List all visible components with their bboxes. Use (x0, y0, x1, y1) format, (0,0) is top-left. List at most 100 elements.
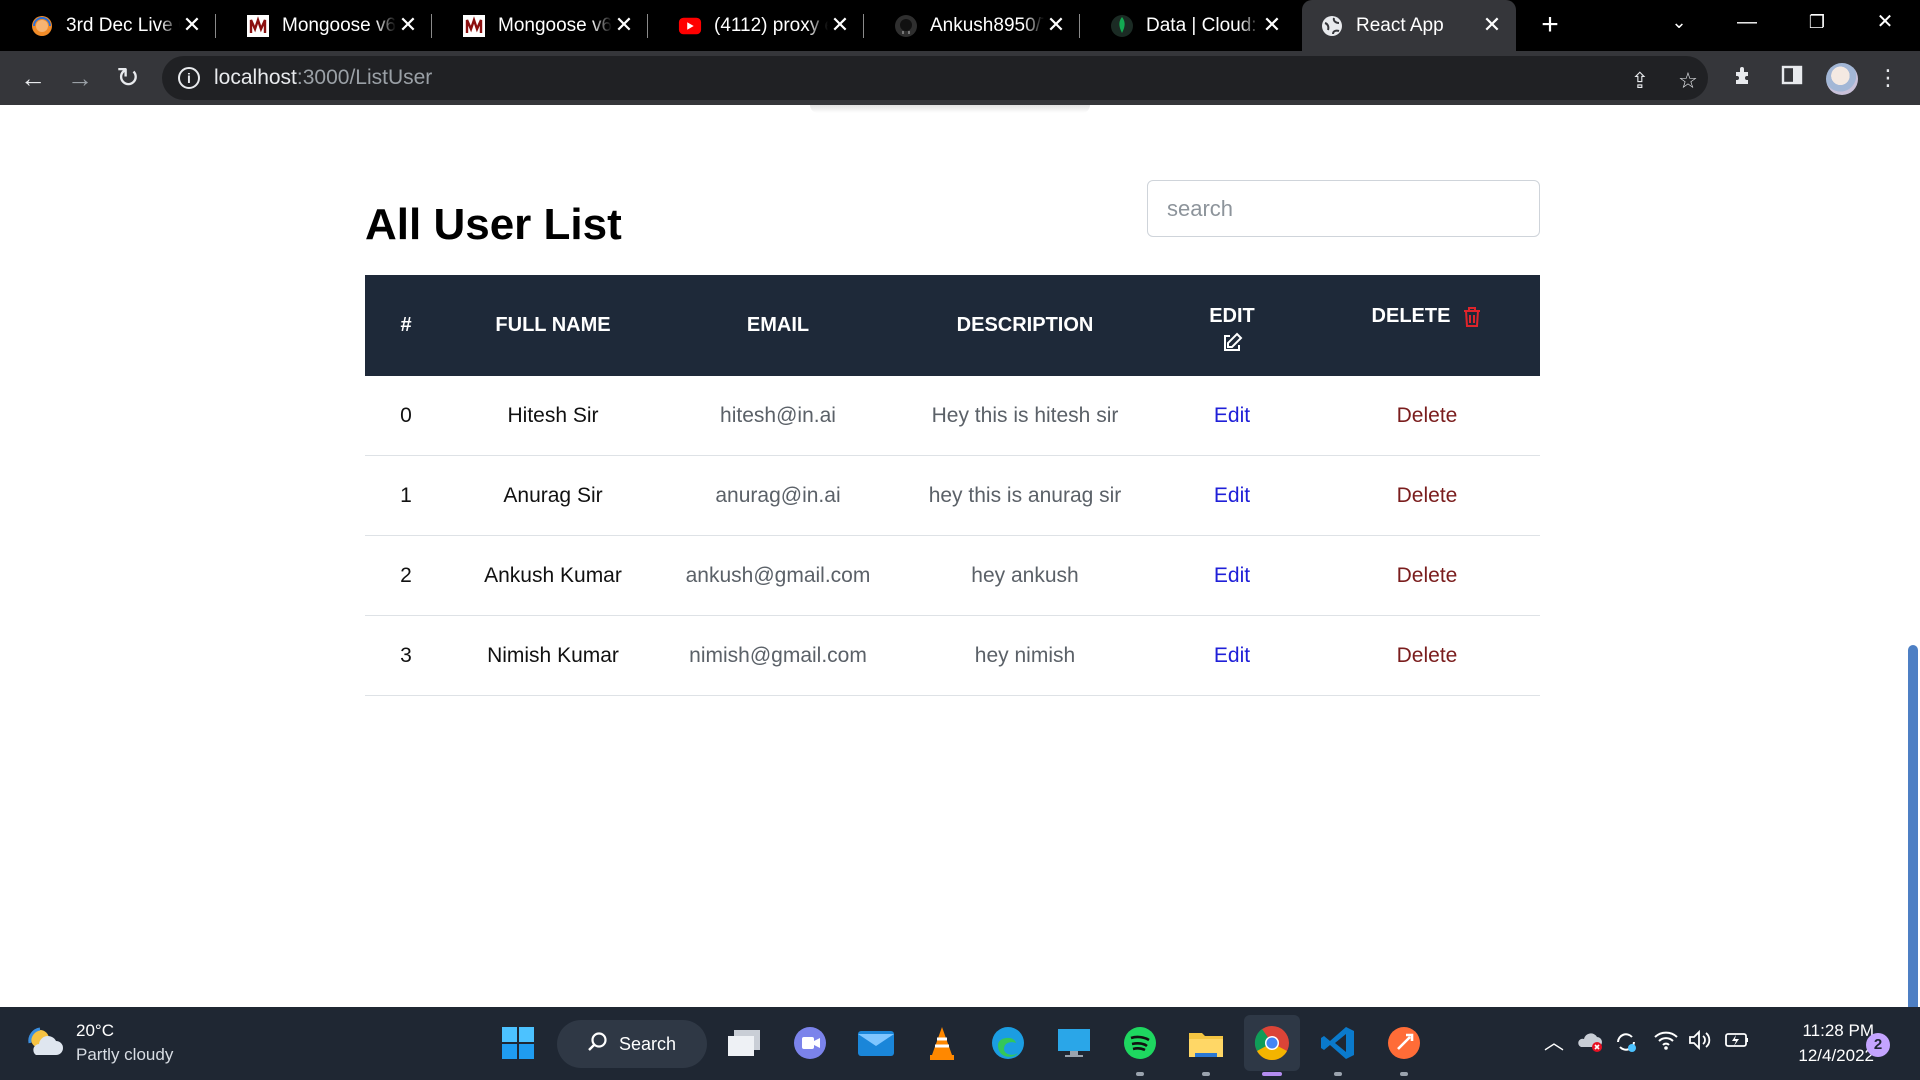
battery-charging-icon[interactable] (1722, 1029, 1750, 1057)
forward-arrow-icon[interactable]: → (64, 62, 96, 94)
side-panel-icon[interactable] (1778, 64, 1806, 92)
tab-title: Ankush8950/Todo (930, 14, 1044, 36)
trash-icon (1462, 306, 1482, 328)
tab-search-chevron-icon[interactable]: ⌄ (1656, 6, 1702, 38)
address-bar[interactable]: i localhost:3000/ListUser ⇪ ☆ (162, 56, 1708, 100)
extensions-puzzle-icon[interactable] (1730, 64, 1758, 92)
row-description: Hey this is hitesh sir (931, 403, 1119, 427)
bookmark-star-icon[interactable]: ☆ (1674, 67, 1702, 95)
close-icon[interactable]: ✕ (180, 13, 204, 37)
share-icon[interactable]: ⇪ (1626, 67, 1654, 95)
row-index: 1 (400, 483, 412, 507)
url-path: :3000/ListUser (296, 66, 433, 89)
row-full-name: Nimish Kumar (487, 643, 619, 667)
weather-description[interactable]: Partly cloudy (76, 1045, 173, 1065)
wifi-icon[interactable] (1652, 1029, 1680, 1057)
column-header-description: DESCRIPTION (956, 314, 1094, 336)
window-close-icon[interactable]: ✕ (1862, 6, 1908, 38)
user-table: # FULL NAME EMAIL DESCRIPTION EDIT DELET… (365, 275, 1540, 696)
edit-link[interactable]: Edit (1177, 616, 1287, 695)
close-icon[interactable]: ✕ (828, 13, 852, 37)
weather-temperature[interactable]: 20°C (76, 1021, 114, 1041)
browser-tab[interactable]: Data | Cloud: MongoDB ✕ (1080, 0, 1296, 51)
column-header-index: # (400, 314, 412, 336)
row-index: 2 (400, 563, 412, 587)
taskbar-clock-time[interactable]: 11:28 PM (1784, 1021, 1874, 1041)
browser-tab[interactable]: 3rd Dec Live Class ✕ (0, 0, 216, 51)
tab-title: (4112) proxy error (714, 14, 828, 36)
mongoose-m-icon (246, 14, 270, 38)
column-header-edit: EDIT (1177, 275, 1287, 376)
remote-desktop-icon[interactable] (1054, 1023, 1094, 1063)
close-icon[interactable]: ✕ (396, 13, 420, 37)
close-icon[interactable]: ✕ (1480, 13, 1504, 37)
site-info-icon[interactable]: i (178, 67, 200, 89)
task-view-icon[interactable] (724, 1023, 764, 1063)
chevron-up-icon[interactable]: ︿ (1540, 1029, 1568, 1057)
partly-cloudy-icon[interactable] (26, 1025, 66, 1061)
youtube-icon (678, 14, 702, 38)
browser-tab[interactable]: (4112) proxy error ✕ (648, 0, 864, 51)
page-title: All User List (365, 200, 622, 249)
teams-chat-icon[interactable] (790, 1023, 830, 1063)
globe-icon (1320, 14, 1344, 38)
column-header-edit-label: EDIT (1209, 305, 1255, 327)
browser-tab[interactable]: Mongoose v6.7 ✕ (432, 0, 648, 51)
notification-count-badge[interactable]: 2 (1866, 1033, 1890, 1057)
table-row: 3 Nimish Kumar nimish@gmail.com hey nimi… (365, 616, 1540, 696)
tab-title: Mongoose v6.7 (498, 14, 612, 36)
restore-icon[interactable]: ❐ (1794, 6, 1840, 38)
close-icon[interactable]: ✕ (612, 13, 636, 37)
search-input[interactable] (1147, 180, 1540, 237)
navbar-shadow (810, 105, 1090, 113)
search-icon (587, 1031, 609, 1058)
browser-toolbar: ← → ↻ i localhost:3000/ListUser ⇪ ☆ ⋮ (0, 51, 1920, 105)
close-icon[interactable]: ✕ (1260, 13, 1284, 37)
new-tab-plus-icon[interactable]: + (1535, 9, 1565, 41)
table-header: # FULL NAME EMAIL DESCRIPTION EDIT DELET… (365, 275, 1540, 376)
browser-tab[interactable]: Ankush8950/Todo ✕ (864, 0, 1080, 51)
chrome-icon[interactable] (1244, 1015, 1300, 1071)
delete-link[interactable]: Delete (1337, 376, 1517, 455)
edit-link[interactable]: Edit (1177, 456, 1287, 535)
taskbar-search-button[interactable]: Search (557, 1020, 707, 1068)
vscode-icon[interactable] (1318, 1023, 1358, 1063)
more-vertical-icon[interactable]: ⋮ (1874, 64, 1902, 92)
tab-title: Mongoose v6.7 (282, 14, 396, 36)
page-scrollbar[interactable] (1906, 105, 1920, 1080)
reload-icon[interactable]: ↻ (112, 62, 144, 94)
close-icon[interactable]: ✕ (1044, 13, 1068, 37)
edge-browser-icon[interactable] (988, 1023, 1028, 1063)
windows-start-icon[interactable] (498, 1023, 538, 1063)
orange-circle-icon (30, 14, 54, 38)
postman-icon[interactable] (1384, 1023, 1424, 1063)
spotify-running-indicator (1136, 1072, 1144, 1076)
sync-icon[interactable] (1612, 1029, 1640, 1057)
row-full-name: Anurag Sir (503, 483, 603, 507)
edit-link[interactable]: Edit (1177, 536, 1287, 615)
onedrive-error-icon[interactable] (1576, 1029, 1604, 1057)
browser-tab[interactable]: Mongoose v6.7 ✕ (216, 0, 432, 51)
back-arrow-icon[interactable]: ← (17, 62, 49, 94)
mail-icon[interactable] (856, 1023, 896, 1063)
file-explorer-icon[interactable] (1186, 1023, 1226, 1063)
row-index: 3 (400, 643, 412, 667)
row-index: 0 (400, 403, 412, 427)
url-text[interactable]: localhost:3000/ListUser (214, 66, 432, 90)
row-full-name: Ankush Kumar (484, 563, 622, 587)
delete-link[interactable]: Delete (1337, 616, 1517, 695)
minimize-icon[interactable]: — (1724, 6, 1770, 38)
profile-avatar[interactable] (1826, 63, 1858, 95)
taskbar-clock-date[interactable]: 12/4/2022 (1774, 1046, 1874, 1066)
spotify-icon[interactable] (1120, 1023, 1160, 1063)
edit-link[interactable]: Edit (1177, 376, 1287, 455)
delete-link[interactable]: Delete (1337, 536, 1517, 615)
windows-taskbar: 20°C Partly cloudy Search ︿ 11:28 PM 12/… (0, 1007, 1920, 1080)
delete-link[interactable]: Delete (1337, 456, 1517, 535)
volume-icon[interactable] (1686, 1029, 1714, 1057)
vlc-icon[interactable] (922, 1023, 962, 1063)
github-icon (894, 14, 918, 38)
column-header-email: EMAIL (746, 314, 810, 336)
browser-tab-active[interactable]: React App ✕ (1302, 0, 1516, 51)
row-description: hey nimish (974, 643, 1076, 667)
